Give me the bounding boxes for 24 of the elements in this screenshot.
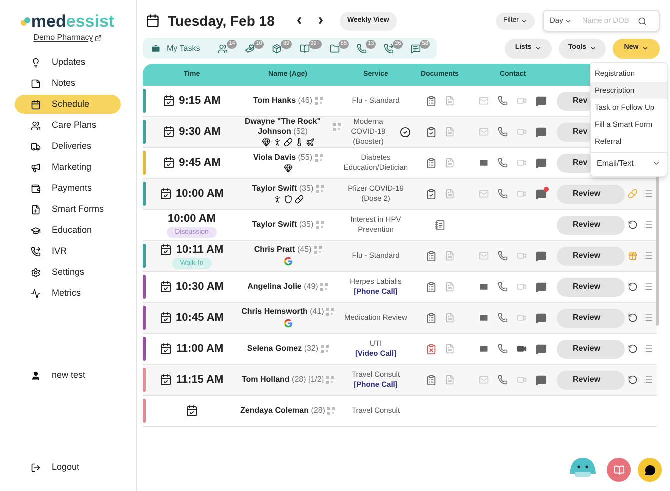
patient-name: Taylor Swift (35) [252, 220, 314, 230]
patient-name: Zendaya Coleman (28) [240, 406, 326, 416]
appointment-time: 10:00 AM [176, 188, 224, 200]
patient-name: Angelina Jolie (49) [248, 282, 318, 292]
brand-name: medessist [31, 12, 115, 32]
patient-name: Viola Davis (55) [253, 153, 312, 163]
appointment-time: 10:11 AM [176, 244, 224, 256]
appointment-time: 9:15 AM [179, 94, 221, 108]
patient-name: Chris Pratt (45) [254, 245, 312, 255]
appointment-time: 10:00 AM [168, 212, 216, 226]
current-date: Tuesday, Feb 18 [168, 12, 275, 31]
appointment-time: 10:30 AM [176, 280, 224, 294]
patient-name: Tom Holland (28) [1/2] [242, 375, 324, 385]
appointment-time: 11:00 AM [176, 342, 224, 356]
appointment-time: 11:15 AM [176, 374, 224, 386]
patient-name: Selena Gomez (32) [247, 344, 319, 354]
patient-name: Tom Hanks (46) [254, 96, 312, 106]
user-name: new test [52, 368, 86, 382]
appointment-time: 9:45 AM [179, 156, 221, 170]
patient-name: Chris Hemsworth (41) [242, 307, 324, 317]
patient-name: Taylor Swift (35) [252, 184, 314, 194]
patient-name: Dwayne "The Rock" Johnson (52) [244, 117, 322, 137]
appointment-time: 9:30 AM [179, 126, 221, 138]
appointment-time: 10:45 AM [176, 312, 224, 324]
